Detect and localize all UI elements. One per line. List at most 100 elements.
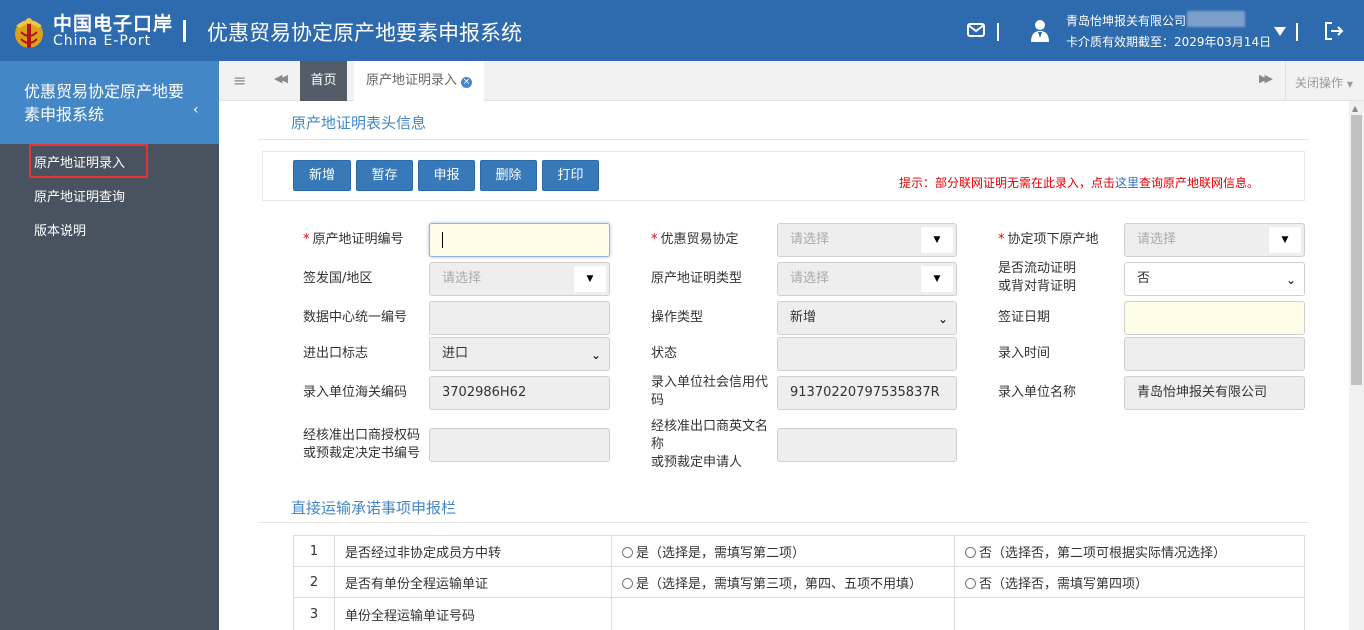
label-line: 码 (651, 393, 665, 408)
issue-country-label: 签发国/地区 (303, 271, 373, 286)
radio-button[interactable] (622, 577, 633, 589)
scrollbar-thumb[interactable] (1351, 115, 1362, 385)
yes-option[interactable]: 是（选择是，需填写第二项） (611, 535, 955, 567)
cert-no-label: * 原产地证明编号 (303, 231, 404, 249)
placeholder: 请选择 (790, 232, 830, 247)
transport-table: 1 是否经过非协定成员方中转 是（选择是，需填写第二项） 否（选择否，第二项可根… (293, 535, 1305, 630)
table-row: 3 单份全程运输单证号码 (293, 597, 1305, 630)
label-line: 是否流动证明 (998, 261, 1077, 276)
option-label: 否（选择否，需填写第四项） (979, 576, 1149, 592)
label-line: 经核准出口商英文名 (651, 419, 769, 434)
divider (1285, 61, 1286, 101)
label-line: 或预裁定决定书编号 (303, 446, 421, 461)
tab-bar: ≡ ◀◀ 首页 原产地证明录入 × ▶▶ 关闭操作 ▼ (219, 61, 1364, 101)
cert-type-label: 原产地证明类型 (651, 271, 743, 286)
agreement-select[interactable]: 请选择 ▼ (777, 223, 957, 257)
scroll-up-icon[interactable]: ▲ (1352, 104, 1358, 113)
section-divider (258, 139, 1309, 140)
tip-prefix: 提示：部分联网证明无需在此录入，点击 (899, 176, 1116, 190)
chevron-down-icon: ⌄ (1285, 273, 1296, 287)
header-divider (1296, 23, 1298, 41)
required-mark: * (303, 232, 310, 247)
input-time-label: 录入时间 (998, 346, 1051, 361)
radio-button[interactable] (965, 577, 976, 589)
credit-code-input: 91370220797535837R (777, 376, 957, 410)
top-header: 中国电子口岸 China E-Port 优惠贸易协定原产地要素申报系统 青岛怡坤… (0, 0, 1364, 61)
approved-en-input[interactable] (777, 428, 957, 462)
logout-icon[interactable] (1324, 22, 1344, 40)
sidebar-item-cert-entry[interactable]: 原产地证明录入 (34, 152, 125, 171)
option-label: 是（选择是，需填写第二项） (636, 545, 806, 561)
sidebar-item-cert-query[interactable]: 原产地证明查询 (34, 186, 125, 205)
issue-country-select[interactable]: 请选择 ▼ (429, 262, 610, 296)
cert-no-label-text: 原产地证明编号 (312, 232, 404, 247)
selected-value: 否 (1137, 271, 1151, 286)
dropdown-caret-icon[interactable]: ▼ (1269, 227, 1301, 253)
dropdown-caret-icon[interactable]: ▼ (574, 266, 606, 292)
tab-close-icon[interactable]: × (461, 77, 473, 88)
label-line: 经核准出口商授权码 (303, 428, 421, 443)
chevron-down-icon: ⌄ (937, 312, 948, 326)
op-type-select[interactable]: 新增 ⌄ (777, 301, 957, 335)
status-input (777, 337, 957, 371)
sidebar-item-version-notes[interactable]: 版本说明 (34, 220, 86, 239)
radio-button[interactable] (622, 546, 633, 558)
radio-button[interactable] (965, 546, 976, 558)
close-operations-dropdown[interactable]: 关闭操作 ▼ (1295, 74, 1353, 91)
required-mark: * (998, 232, 1005, 247)
selected-value: 新增 (790, 310, 817, 325)
tab-home[interactable]: 首页 (300, 61, 347, 101)
system-title: 优惠贸易协定原产地要素申报系统 (207, 21, 522, 45)
vertical-scrollbar[interactable]: ▲ (1349, 101, 1364, 630)
approved-en-label: 经核准出口商英文名称或预裁定申请人 (651, 418, 768, 472)
placeholder: 请选择 (790, 271, 830, 286)
no-option[interactable]: 否（选择否，需填写第四项） (954, 566, 1305, 598)
scroll-tabs-right-icon[interactable]: ▶▶ (1259, 72, 1273, 85)
yes-option[interactable]: 是（选择是，需填写第三项，第四、五项不用填） (611, 566, 955, 598)
tip-suffix: 查询原产地联网信息。 (1139, 176, 1260, 190)
user-menu-dropdown-icon[interactable] (1274, 27, 1286, 36)
tab-cert-entry[interactable]: 原产地证明录入 × (354, 61, 484, 101)
is-movement-select[interactable]: 否 ⌄ (1124, 262, 1305, 296)
customs-code-input: 3702986H62 (429, 376, 610, 410)
tip-link[interactable]: 这里 (1115, 176, 1139, 190)
origin-select[interactable]: 请选择 ▼ (1124, 223, 1305, 257)
option-label: 否（选择否，第二项可根据实际情况选择） (979, 545, 1227, 561)
origin-label: * 协定项下原产地 (998, 231, 1099, 249)
scroll-tabs-left-icon[interactable]: ◀◀ (274, 72, 288, 85)
agreement-label: * 优惠贸易协定 (651, 231, 739, 249)
menu-toggle-icon[interactable]: ≡ (233, 71, 246, 90)
save-draft-button[interactable]: 暂存 (356, 160, 413, 191)
sidebar-collapse-icon[interactable]: ‹ (193, 102, 199, 118)
empty-cell (611, 597, 955, 630)
agreement-label-text: 优惠贸易协定 (660, 232, 739, 247)
approved-no-label: 经核准出口商授权码 或预裁定决定书编号 (303, 427, 420, 463)
add-button[interactable]: 新增 (293, 160, 351, 191)
dropdown-caret-icon[interactable]: ▼ (921, 227, 953, 253)
user-icon (1031, 20, 1049, 42)
visa-date-input[interactable] (1124, 301, 1305, 335)
close-op-label: 关闭操作 (1295, 76, 1344, 90)
redacted-mask (1187, 11, 1245, 27)
option-label: 是（选择是，需填写第三项，第四、五项不用填） (636, 576, 923, 592)
tip-text: 提示：部分联网证明无需在此录入，点击这里查询原产地联网信息。 (899, 174, 1259, 191)
ie-flag-select[interactable]: 进口 ⌄ (429, 337, 610, 371)
no-option[interactable]: 否（选择否，第二项可根据实际情况选择） (954, 535, 1305, 567)
print-button[interactable]: 打印 (542, 160, 599, 191)
approved-no-input[interactable] (429, 428, 610, 462)
declare-button[interactable]: 申报 (418, 160, 475, 191)
dropdown-caret-icon[interactable]: ▼ (921, 266, 953, 292)
mail-icon[interactable] (967, 23, 985, 37)
input-time-input (1124, 337, 1305, 371)
input-unit-label: 录入单位名称 (998, 385, 1077, 400)
cert-type-select[interactable]: 请选择 ▼ (777, 262, 957, 296)
delete-button[interactable]: 删除 (480, 160, 537, 191)
label-line: 或预裁定申请人 (651, 455, 743, 470)
credit-code-label: 录入单位社会信用代码 (651, 374, 768, 410)
cert-no-input[interactable] (429, 223, 610, 257)
sidebar-header: 优惠贸易协定原产地要素申报系统 ‹ (0, 61, 219, 144)
origin-label-text: 协定项下原产地 (1007, 232, 1099, 247)
table-row: 1 是否经过非协定成员方中转 是（选择是，需填写第二项） 否（选择否，第二项可根… (293, 535, 1305, 567)
sidebar-title: 优惠贸易协定原产地要素申报系统 (24, 82, 185, 124)
label-line: 称 (651, 437, 665, 452)
